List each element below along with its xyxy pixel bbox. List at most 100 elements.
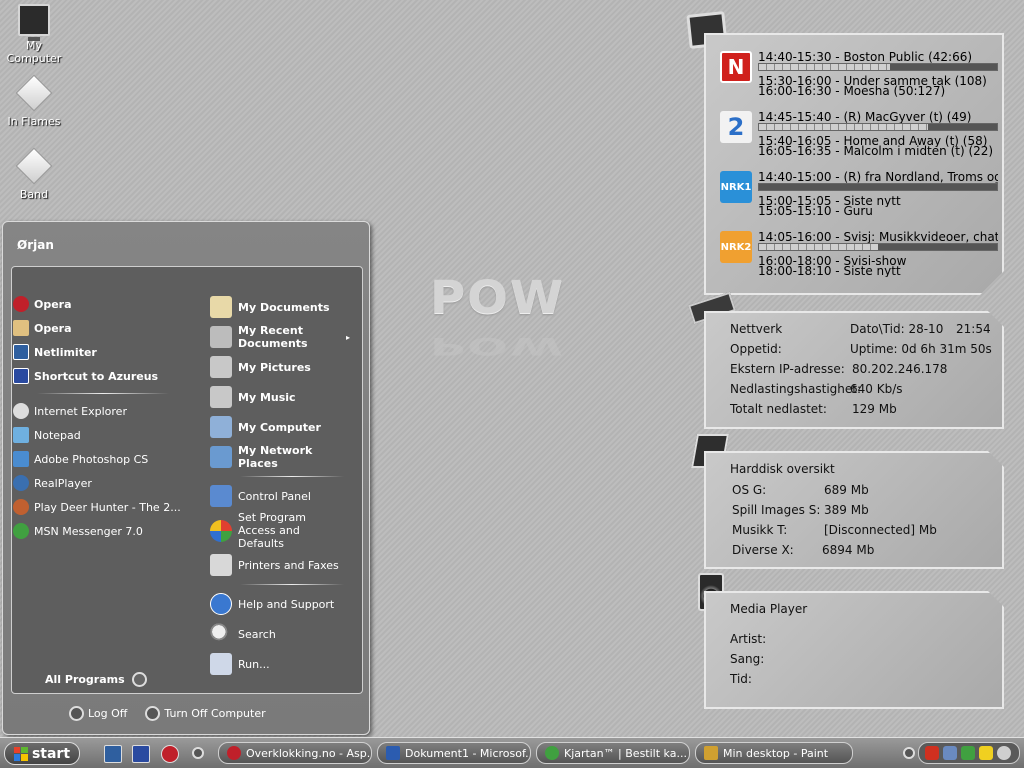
task-word[interactable]: Dokument1 - Microsof... [377, 742, 531, 764]
power-icon [145, 706, 161, 721]
diamond-icon [15, 74, 53, 112]
start-button[interactable]: start [4, 742, 80, 765]
total-downloaded-value: 129 Mb [852, 402, 897, 416]
msn-icon [545, 746, 559, 760]
tray-toggle[interactable] [903, 747, 915, 759]
desktop-icon-in-flames[interactable]: In Flames [0, 74, 68, 128]
task-msn-chat[interactable]: Kjartan™ | Bestilt ka... [536, 742, 690, 764]
download-speed-value: 640 Kb/s [850, 382, 903, 396]
pinned-item-opera-mail[interactable]: Opera [13, 316, 193, 340]
program-later: 15:05-15:10 - Guru [758, 205, 873, 217]
turn-off-button[interactable]: Turn Off Computer [145, 706, 266, 721]
system-control-panel[interactable]: Control Panel [210, 481, 360, 511]
recent-item-internet-explorer[interactable]: Internet Explorer [13, 399, 193, 423]
realplayer-icon [13, 475, 29, 491]
disk-label: OS G: [732, 483, 767, 497]
quick-launch-netlimiter[interactable] [104, 745, 122, 763]
pinned-item-opera[interactable]: Opera [13, 292, 193, 316]
recent-item-realplayer[interactable]: RealPlayer [13, 471, 193, 495]
progress-remaining [759, 184, 997, 190]
computer-icon [210, 416, 232, 438]
pictures-icon [210, 356, 232, 378]
program-now: 14:40-15:00 - (R) fra Nordland, Troms og… [758, 171, 998, 183]
desktop-icon-my-computer[interactable]: My Computer [0, 4, 68, 65]
disk-panel: Harddisk oversikt OS G: 689 Mb Spill Ima… [704, 451, 1004, 569]
tray-warning-icon[interactable] [979, 746, 993, 760]
media-title: Media Player [730, 602, 808, 616]
nrk1-icon: NRK1 [720, 171, 752, 203]
diamond-icon [15, 147, 53, 185]
all-programs-button[interactable] [132, 672, 147, 687]
program-progress [758, 123, 998, 131]
netlimiter-icon [13, 344, 29, 360]
opera-icon [13, 296, 29, 312]
search-item[interactable]: Search [210, 619, 360, 649]
start-menu-footer: Log Off Turn Off Computer [69, 706, 266, 721]
system-printers-faxes[interactable]: Printers and Faxes [210, 550, 360, 580]
disk-value: 6894 Mb [822, 543, 875, 557]
place-my-network[interactable]: My Network Places [210, 442, 360, 472]
disk-label: Diverse X: [732, 543, 794, 557]
recent-item-notepad[interactable]: Notepad [13, 423, 193, 447]
place-my-documents[interactable]: My Documents [210, 292, 360, 322]
place-my-pictures[interactable]: My Pictures [210, 352, 360, 382]
pinned-item-azureus[interactable]: Shortcut to Azureus [13, 364, 193, 388]
network-date: Dato\Tid: 28-10 [850, 322, 944, 336]
uptime-label: Oppetid: [730, 342, 782, 356]
log-off-button[interactable]: Log Off [69, 706, 127, 721]
place-my-computer[interactable]: My Computer [210, 412, 360, 442]
recent-item-deer-hunter[interactable]: Play Deer Hunter - The 2... [13, 495, 193, 519]
recent-item-photoshop[interactable]: Adobe Photoshop CS [13, 447, 193, 471]
download-speed-label: Nedlastingshastighet: [730, 382, 862, 396]
search-icon [210, 623, 232, 645]
network-time: 21:54 [956, 322, 991, 336]
task-paint[interactable]: Min desktop - Paint [695, 742, 853, 764]
place-my-recent-documents[interactable]: My Recent Documents ▸ [210, 322, 360, 352]
user-name: Ørjan [17, 238, 54, 252]
desktop-icon-label: Band [19, 188, 49, 201]
tv-guide-panel: N 14:40-15:30 - Boston Public (42:66) 15… [704, 33, 1004, 295]
pinned-item-netlimiter[interactable]: Netlimiter [13, 340, 193, 364]
uptime-value: Uptime: 0d 6h 31m 50s [850, 342, 992, 356]
tv-norge-icon: N [720, 51, 752, 83]
word-icon [386, 746, 400, 760]
azureus-icon [13, 368, 29, 384]
tray-red-icon[interactable] [925, 746, 939, 760]
media-time-label: Tid: [730, 672, 752, 686]
task-opera[interactable]: Overklokking.no - Asp... [218, 742, 372, 764]
msn-icon [13, 523, 29, 539]
program-progress [758, 183, 998, 191]
music-icon [210, 386, 232, 408]
quick-launch-azureus[interactable] [132, 745, 150, 763]
submenu-arrow-icon: ▸ [345, 332, 350, 342]
program-progress [758, 63, 998, 71]
separator [37, 393, 169, 394]
start-menu: Ørjan Opera Opera Netlimiter Shortcut to… [2, 221, 370, 735]
tray-speaker-icon[interactable] [997, 746, 1011, 760]
separator [240, 476, 344, 477]
notepad-icon [13, 427, 29, 443]
progress-remaining [878, 244, 997, 250]
paint-icon [704, 746, 718, 760]
disk-label: Musikk T: [732, 523, 788, 537]
run-icon [210, 653, 232, 675]
ip-value: 80.202.246.178 [852, 362, 948, 376]
pow-logo-reflection: POW [430, 332, 565, 360]
run-item[interactable]: Run... [210, 649, 360, 679]
all-programs-label[interactable]: All Programs [45, 673, 125, 686]
envelope-icon [13, 320, 29, 336]
tray-network-icon[interactable] [943, 746, 957, 760]
tray-msn-icon[interactable] [961, 746, 975, 760]
place-my-music[interactable]: My Music [210, 382, 360, 412]
network-icon [210, 446, 232, 468]
desktop-icon-band[interactable]: Band [0, 147, 68, 201]
help-icon [210, 593, 232, 615]
quick-launch-opera[interactable] [161, 745, 179, 763]
recent-item-msn[interactable]: MSN Messenger 7.0 [13, 519, 193, 543]
program-now: 14:40-15:30 - Boston Public (42:66) [758, 51, 973, 63]
quick-launch-toggle[interactable] [192, 747, 204, 759]
system-program-access[interactable]: Set Program Access and Defaults [210, 511, 360, 550]
help-and-support[interactable]: Help and Support [210, 589, 360, 619]
disk-value: 689 Mb [824, 483, 869, 497]
photoshop-icon [13, 451, 29, 467]
